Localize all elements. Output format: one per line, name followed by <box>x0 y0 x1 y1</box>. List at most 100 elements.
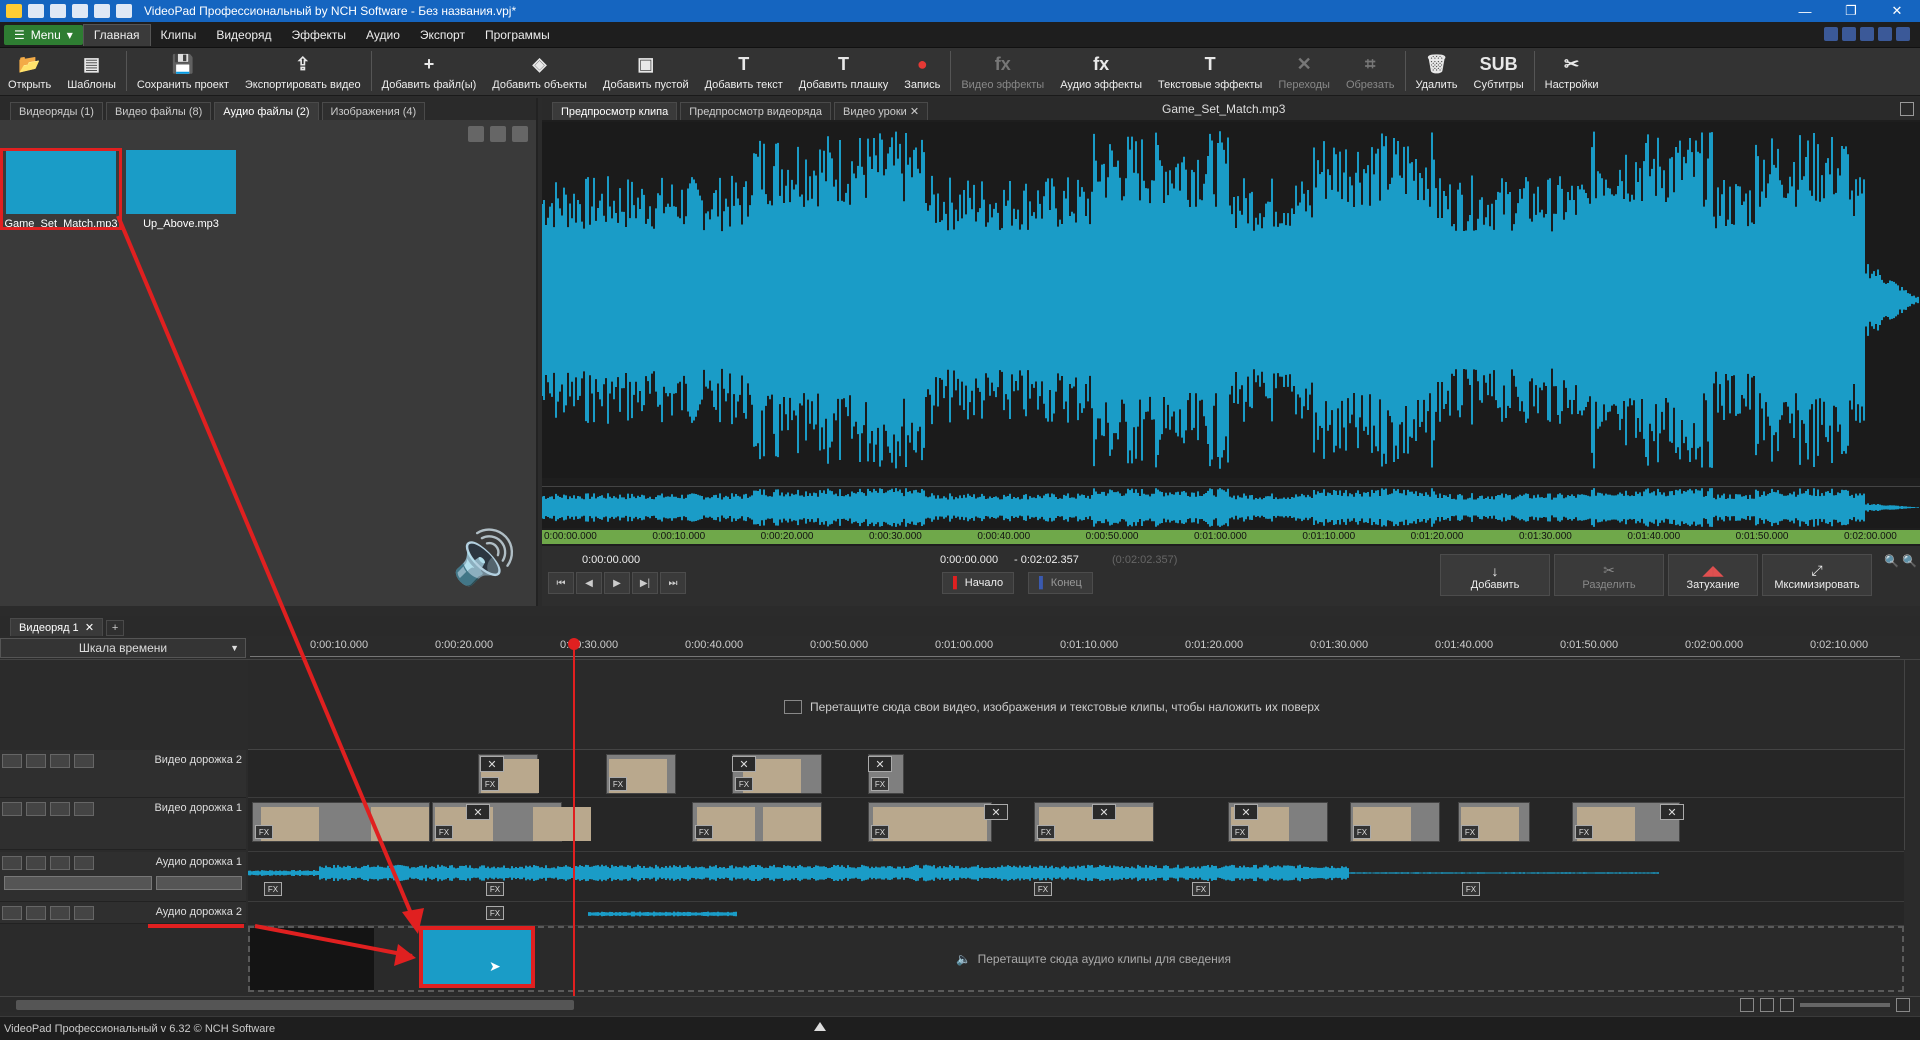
new-project-icon[interactable] <box>28 4 44 18</box>
fx-icon[interactable]: FX <box>1353 825 1371 839</box>
export-tool-button[interactable]: ⇪ Экспортировать видео <box>237 49 369 95</box>
fx-icon[interactable]: FX <box>486 906 504 920</box>
step-back-button[interactable]: ◀ <box>576 572 602 594</box>
tab-sequence-1[interactable]: Видеоряд 1 ✕ <box>10 618 104 636</box>
main-menu-button[interactable]: ☰ Menu ▾ <box>4 24 83 45</box>
transition-icon[interactable]: ✕ <box>984 804 1008 820</box>
track-video-2[interactable]: FX FX FX FX ✕ ✕ ✕ <box>248 750 1904 798</box>
bin-tab-images[interactable]: Изображения (4) <box>321 102 426 120</box>
zoom-slider[interactable] <box>1800 1003 1890 1007</box>
step-forward-button[interactable]: ▶| <box>632 572 658 594</box>
lock-icon[interactable] <box>74 802 94 816</box>
grid-icon[interactable] <box>50 856 70 870</box>
fx-icon[interactable]: FX <box>1034 882 1052 896</box>
transition-icon[interactable]: ✕ <box>466 804 490 820</box>
video-clip[interactable]: FX <box>252 802 430 842</box>
tab-sequence-preview[interactable]: Предпросмотр видеоряда <box>680 102 832 120</box>
fx-icon[interactable]: FX <box>695 825 713 839</box>
fx-icon[interactable]: FX <box>486 882 504 896</box>
mark-end-button[interactable]: ▌ Конец <box>1028 572 1093 594</box>
fx-icon[interactable]: FX <box>255 825 273 839</box>
grid-icon[interactable] <box>50 754 70 768</box>
lock-icon[interactable] <box>74 754 94 768</box>
add-sequence-button[interactable]: + <box>106 620 125 636</box>
expand-icon[interactable] <box>2 906 22 920</box>
timeline-scale-dropdown[interactable]: Шкала времени ▼ <box>0 638 246 658</box>
zoom-fit-icon[interactable] <box>1760 998 1774 1012</box>
transition-icon[interactable]: ✕ <box>1660 804 1684 820</box>
tab-audio[interactable]: Аудио <box>356 24 410 46</box>
text-effects-tool-button[interactable]: T Текстовые эффекты <box>1150 49 1270 95</box>
close-icon[interactable]: ✕ <box>85 621 94 634</box>
eye-icon[interactable] <box>26 802 46 816</box>
mark-start-button[interactable]: ▌ Начало <box>942 572 1015 594</box>
timeline-horizontal-scrollbar[interactable] <box>0 996 1920 1012</box>
transition-icon[interactable]: ✕ <box>1234 804 1258 820</box>
save-project-icon[interactable] <box>72 4 88 18</box>
linkedin-icon[interactable] <box>1878 27 1892 41</box>
collapse-icon[interactable] <box>2 802 22 816</box>
video-effects-tool-button[interactable]: fx Видео эффекты <box>953 49 1052 95</box>
subtitles-tool-button[interactable]: SUB Субтитры <box>1466 49 1532 95</box>
dragged-audio-clip[interactable]: ➤ <box>419 926 535 988</box>
twitter-icon[interactable] <box>1860 27 1874 41</box>
track-audio-2[interactable]: FX <box>248 902 1904 926</box>
transition-icon[interactable]: ✕ <box>732 756 756 772</box>
maximize-preview-button[interactable]: ⤢ Мксимизировать <box>1762 554 1872 596</box>
folder-open-tool-button[interactable]: 📂 Открыть <box>0 49 59 95</box>
transition-icon[interactable]: ✕ <box>1092 804 1116 820</box>
track-audio-1[interactable]: FX FX FX FX FX <box>248 852 1904 902</box>
speaker-icon[interactable] <box>26 856 46 870</box>
expand-panel-icon[interactable] <box>814 1022 826 1031</box>
add-to-sequence-button[interactable]: ↓ Добавить <box>1440 554 1550 596</box>
collapse-icon[interactable] <box>2 754 22 768</box>
fx-icon[interactable]: FX <box>481 777 499 791</box>
bin-tab-video-files[interactable]: Видео файлы (8) <box>105 102 212 120</box>
fade-button[interactable]: ◢◣ Затухание <box>1668 554 1758 596</box>
fx-icon[interactable]: FX <box>435 825 453 839</box>
video-clip[interactable]: FX <box>1350 802 1440 842</box>
lock-icon[interactable] <box>74 856 94 870</box>
split-button[interactable]: ✂ Разделить <box>1554 554 1664 596</box>
grid-icon[interactable] <box>50 802 70 816</box>
go-to-start-button[interactable]: ⏮ <box>548 572 574 594</box>
go-to-end-button[interactable]: ⏭ <box>660 572 686 594</box>
fx-icon[interactable]: FX <box>1037 825 1055 839</box>
add-text-tool-button[interactable]: T Добавить текст <box>697 49 791 95</box>
templates-tool-button[interactable]: ▤ Шаблоны <box>59 49 124 95</box>
pan-slider[interactable] <box>156 876 242 890</box>
settings-tool-button[interactable]: ✂ Настройки <box>1537 49 1607 95</box>
add-blank-tool-button[interactable]: ▣ Добавить пустой <box>595 49 697 95</box>
video-clip[interactable]: FX <box>432 802 591 842</box>
video-clip[interactable]: FX <box>606 754 676 794</box>
transition-icon[interactable]: ✕ <box>868 756 892 772</box>
zoom-out-icon[interactable] <box>1780 998 1794 1012</box>
fx-icon[interactable]: FX <box>1231 825 1249 839</box>
tab-home[interactable]: Главная <box>82 23 151 46</box>
save-tool-button[interactable]: 💾 Сохранить проект <box>129 49 237 95</box>
delete-tool-button[interactable]: 🗑 Удалить <box>1408 49 1466 95</box>
bin-tab-sequences[interactable]: Видеоряды (1) <box>10 102 103 120</box>
trash-icon[interactable] <box>468 126 484 142</box>
scrollbar-thumb[interactable] <box>16 1000 574 1010</box>
transition-icon[interactable]: ✕ <box>480 756 504 772</box>
fx-icon[interactable]: FX <box>1461 825 1479 839</box>
waveform-overview[interactable] <box>542 486 1920 528</box>
play-button[interactable]: ▶ <box>604 572 630 594</box>
track-video-1[interactable]: FX FX FX FX FX FX FX FX FX ✕ ✕ ✕ ✕ ✕ <box>248 798 1904 852</box>
tab-programs[interactable]: Программы <box>475 24 560 46</box>
tab-clips[interactable]: Клипы <box>151 24 207 46</box>
list-view-icon[interactable] <box>512 126 528 142</box>
fx-icon[interactable]: FX <box>871 825 889 839</box>
tab-effects[interactable]: Эффекты <box>281 24 356 46</box>
fx-icon[interactable]: FX <box>735 777 753 791</box>
zoom-in-icon[interactable] <box>1896 998 1910 1012</box>
fit-icon[interactable] <box>1740 998 1754 1012</box>
zoom-out-icon[interactable]: 🔍 <box>1884 554 1899 568</box>
add-caption-tool-button[interactable]: T Добавить плашку <box>791 49 896 95</box>
audio-effects-tool-button[interactable]: fx Аудио эффекты <box>1052 49 1150 95</box>
fx-icon[interactable]: FX <box>871 777 889 791</box>
timeline-ruler[interactable]: Шкала времени ▼ 0:00:10.000 0:00:20.000 0:0… <box>0 636 1920 660</box>
new-folder-icon[interactable] <box>490 126 506 142</box>
tab-export[interactable]: Экспорт <box>410 24 475 46</box>
